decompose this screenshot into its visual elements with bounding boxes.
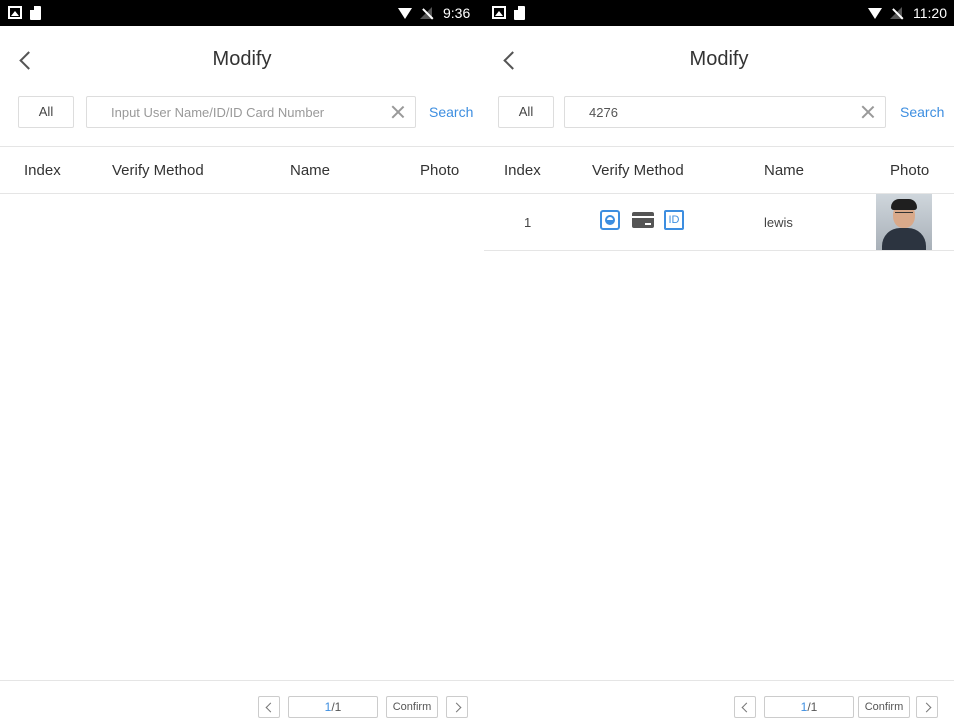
column-header-verify-method: Verify Method <box>112 162 204 179</box>
wifi-icon <box>398 8 412 19</box>
user-photo <box>876 194 932 250</box>
pagination-bar: 1/1 Confirm <box>0 680 484 719</box>
title-bar: Modify <box>484 26 954 94</box>
sd-card-icon <box>30 6 41 20</box>
id-icon: ID <box>664 210 684 230</box>
right-screen: 11:20 Modify All Search Index Verify Met… <box>484 0 954 719</box>
page-indicator[interactable]: 1/1 <box>288 696 378 718</box>
row-name: lewis <box>764 215 793 230</box>
next-page-button[interactable] <box>446 696 468 718</box>
table-header: Index Verify Method Name Photo <box>0 146 484 194</box>
previous-page-button[interactable] <box>258 696 280 718</box>
status-time: 11:20 <box>913 5 947 21</box>
page-title: Modify <box>689 48 749 70</box>
column-header-name: Name <box>290 162 331 179</box>
row-index: 1 <box>524 215 532 230</box>
search-box <box>86 96 416 128</box>
left-screen: 9:36 Modify All Search Index Verify Meth… <box>0 0 484 719</box>
table-header: Index Verify Method Name Photo <box>484 146 954 194</box>
status-bar: 9:36 <box>0 0 484 26</box>
gallery-icon <box>8 6 22 19</box>
no-signal-icon <box>890 7 902 19</box>
table-row[interactable]: 1 ID lewis <box>484 193 954 251</box>
total-pages: /1 <box>331 700 342 714</box>
search-button[interactable]: Search <box>900 104 944 120</box>
column-header-index: Index <box>504 162 541 179</box>
column-header-index: Index <box>24 162 61 179</box>
status-time: 9:36 <box>443 5 471 21</box>
column-header-photo: Photo <box>890 162 930 179</box>
search-button[interactable]: Search <box>429 104 473 120</box>
title-bar: Modify <box>0 26 484 94</box>
confirm-button[interactable]: Confirm <box>858 696 910 718</box>
clear-icon[interactable] <box>861 105 875 119</box>
search-input[interactable] <box>589 97 853 127</box>
search-input[interactable] <box>111 97 383 127</box>
filter-all-button[interactable]: All <box>18 96 74 128</box>
page-indicator[interactable]: 1/1 <box>764 696 854 718</box>
gallery-icon <box>492 6 506 19</box>
pagination-bar: 1/1 Confirm <box>484 680 954 719</box>
column-header-verify-method: Verify Method <box>592 162 684 179</box>
no-signal-icon <box>420 7 432 19</box>
card-icon <box>632 212 654 228</box>
status-bar: 11:20 <box>484 0 954 26</box>
sd-card-icon <box>514 6 525 20</box>
total-pages: /1 <box>807 700 818 714</box>
search-box <box>564 96 886 128</box>
wifi-icon <box>868 8 882 19</box>
column-header-name: Name <box>764 162 805 179</box>
next-page-button[interactable] <box>916 696 938 718</box>
page-title: Modify <box>212 48 272 70</box>
column-header-photo: Photo <box>420 162 460 179</box>
clear-icon[interactable] <box>391 105 405 119</box>
filter-all-button[interactable]: All <box>498 96 554 128</box>
face-icon <box>600 210 620 230</box>
previous-page-button[interactable] <box>734 696 756 718</box>
confirm-button[interactable]: Confirm <box>386 696 438 718</box>
